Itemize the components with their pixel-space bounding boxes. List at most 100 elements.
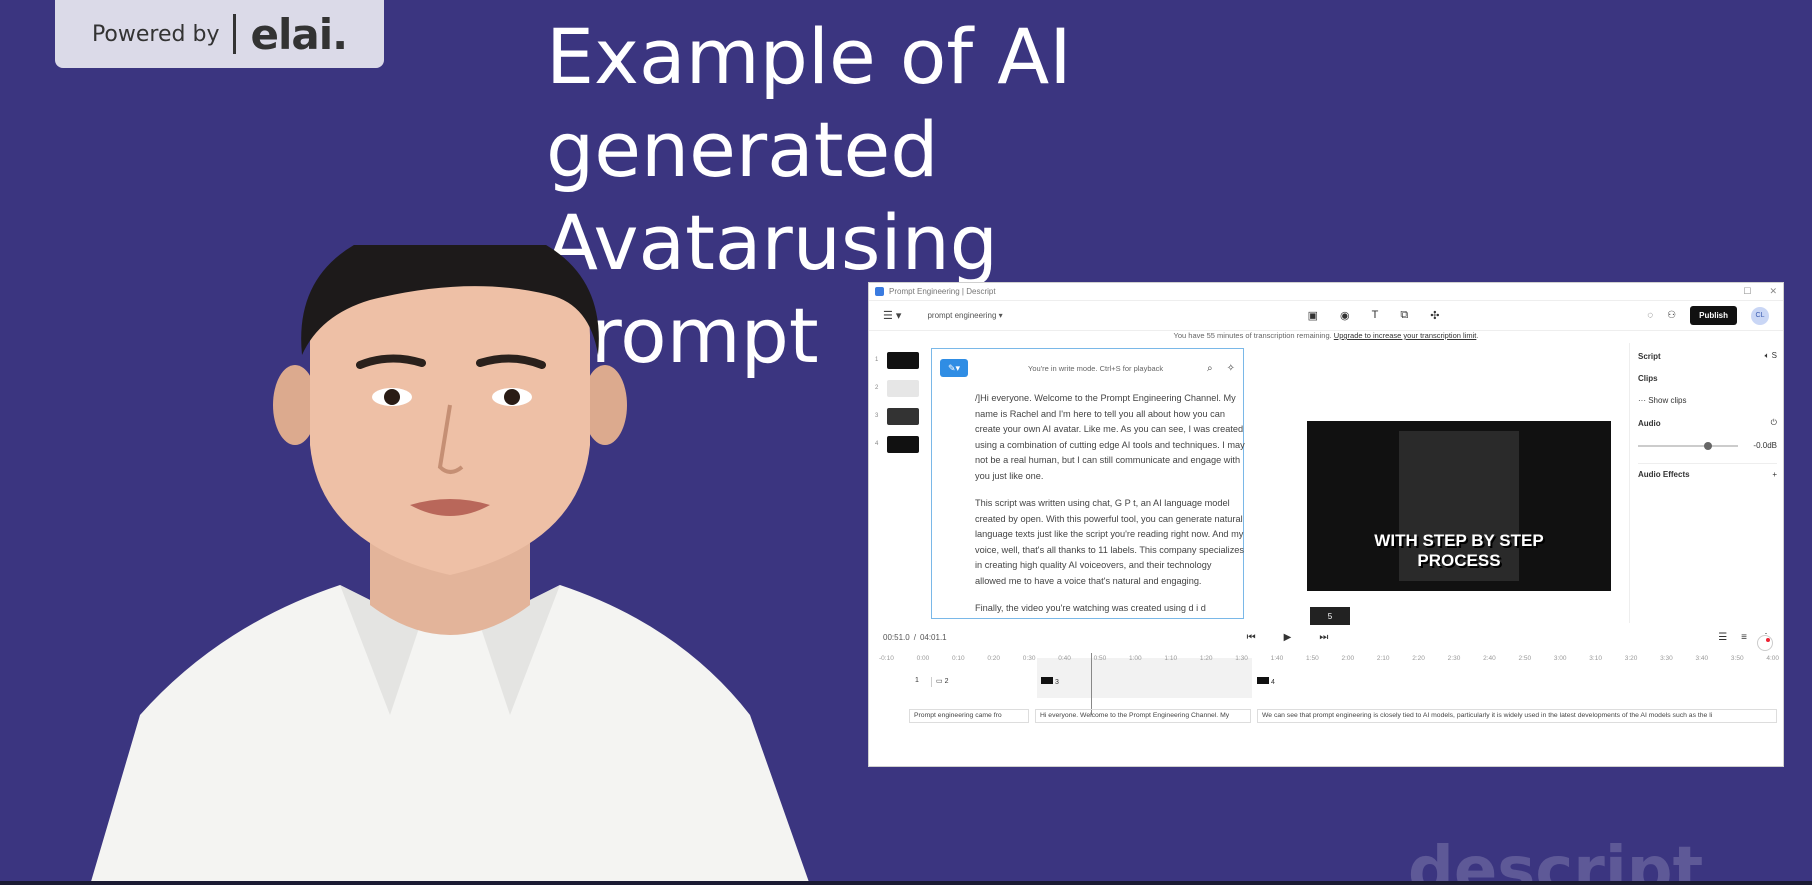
- time-total: 04:01.1: [919, 632, 947, 642]
- scene-item[interactable]: 4: [875, 432, 919, 456]
- ruler-tick: 3:40: [1695, 655, 1709, 662]
- scene-thumbnail: [887, 407, 919, 425]
- audio-effects-row[interactable]: Audio Effects +: [1638, 463, 1777, 479]
- scene-number: 1: [875, 357, 879, 363]
- track-number: 4: [1270, 679, 1275, 686]
- text-icon[interactable]: T: [1372, 309, 1379, 322]
- properties-panel: Script 🔈︎ S Clips ··· Show clips Audio ⏻…: [1629, 343, 1783, 623]
- ruler-tick: 0:50: [1093, 655, 1107, 662]
- publish-button[interactable]: Publish: [1690, 306, 1737, 325]
- caption-line-1: WITH STEP BY STEP: [1374, 531, 1544, 550]
- track-marker[interactable]: 3: [1041, 677, 1059, 687]
- ruler-tick: 3:10: [1589, 655, 1602, 662]
- ai-avatar-presenter: [70, 217, 830, 885]
- add-icon[interactable]: +: [1772, 470, 1777, 479]
- close-icon[interactable]: ✕: [1769, 286, 1777, 297]
- ruler-tick: 1:30: [1235, 655, 1248, 662]
- effects-icon[interactable]: ✣: [1430, 309, 1439, 322]
- ruler-tick: 3:00: [1553, 655, 1567, 662]
- playback-controls: ⏮ ▶ ⏭: [1247, 632, 1329, 643]
- clips-label: Clips: [1638, 374, 1658, 383]
- project-name-dropdown[interactable]: prompt engineering ▾: [927, 311, 1002, 320]
- descript-watermark: descript: [1408, 834, 1704, 885]
- compact-view-icon[interactable]: ≡: [1741, 632, 1747, 643]
- script-label: Script: [1638, 351, 1661, 361]
- ruler-tick: 1:40: [1270, 655, 1284, 662]
- track-marker[interactable]: 1: [915, 677, 919, 687]
- user-avatar[interactable]: CL: [1751, 306, 1769, 325]
- power-icon[interactable]: ⏻: [1771, 418, 1777, 428]
- speaker-icon[interactable]: 🔈︎ S: [1765, 351, 1777, 361]
- script-paragraph: This script was written using chat, G P …: [975, 498, 1245, 586]
- presenter-illustration: [90, 217, 810, 885]
- sparkle-icon[interactable]: ✧: [1227, 363, 1235, 374]
- ruler-tick: 3:30: [1660, 655, 1673, 662]
- ruler-tick: 2:10: [1376, 655, 1390, 662]
- ruler-tick: 2:50: [1518, 655, 1532, 662]
- ruler-tick: 3:20: [1624, 655, 1638, 662]
- scene-thumbnail: [887, 435, 919, 453]
- record-status-icon[interactable]: [1757, 635, 1773, 651]
- upgrade-link[interactable]: Upgrade to increase your transcription l…: [1334, 331, 1477, 340]
- transcript-segment[interactable]: Prompt engineering came fro: [909, 709, 1029, 723]
- scene-item[interactable]: 2: [875, 376, 919, 400]
- volume-row: -0.0dB: [1638, 441, 1777, 450]
- track-number: 2: [944, 678, 949, 685]
- badge-divider: [233, 14, 237, 54]
- shapes-icon[interactable]: ⧉: [1400, 309, 1408, 322]
- share-icon[interactable]: ⚇: [1667, 310, 1676, 321]
- skip-back-icon[interactable]: ⏮: [1247, 632, 1256, 643]
- track-marker[interactable]: 4: [1257, 677, 1275, 687]
- menu-icon[interactable]: ☰ ▾: [883, 309, 901, 322]
- descript-app-icon: [875, 287, 884, 296]
- project-name: prompt engineering: [927, 311, 997, 320]
- playback-bar: 00:51.0 / 04:01.1 ⏮ ▶ ⏭ ☰ ≡ ⋮: [869, 623, 1783, 651]
- ruler-tick: 2:40: [1483, 655, 1496, 662]
- toolbar-right: ◌ ⚇ Publish CL: [1647, 306, 1769, 325]
- show-clips-row[interactable]: ··· Show clips: [1638, 396, 1777, 405]
- transcript-segment[interactable]: Hi everyone. Welcome to the Prompt Engin…: [1035, 709, 1251, 723]
- script-text[interactable]: /]Hi everyone. Welcome to the Prompt Eng…: [975, 391, 1245, 617]
- elai-logo: elai.: [250, 9, 348, 59]
- timeline-ruler[interactable]: -0:10 0:00 0:10 0:20 0:30 0:40 0:50 1:00…: [879, 655, 1779, 662]
- audio-row: Audio ⏻: [1638, 418, 1777, 428]
- write-mode-button[interactable]: ✎▾: [940, 359, 968, 377]
- ruler-tick: 2:00: [1341, 655, 1355, 662]
- track-number: 3: [1054, 679, 1059, 686]
- ruler-tick: 0:30: [1022, 655, 1036, 662]
- transcript-segment[interactable]: We can see that prompt engineering is cl…: [1257, 709, 1777, 723]
- notice-text: You have 55 minutes of transcription rem…: [1173, 331, 1332, 340]
- clips-row: Clips: [1638, 374, 1777, 383]
- time-current: 00:51.0: [883, 632, 910, 642]
- show-clips-link[interactable]: ··· Show clips: [1638, 396, 1686, 405]
- time-separator: /: [913, 632, 916, 642]
- volume-slider[interactable]: [1638, 441, 1738, 450]
- video-preview[interactable]: WITH STEP BY STEP PROCESS: [1307, 421, 1611, 591]
- volume-value: -0.0dB: [1753, 441, 1777, 450]
- playhead[interactable]: [1091, 653, 1092, 715]
- ruler-tick: 4:00: [1766, 655, 1779, 662]
- timeline-view-icon[interactable]: ☰: [1718, 632, 1727, 643]
- search-icon[interactable]: ⌕: [1207, 363, 1213, 374]
- ruler-tick: -0:10: [879, 655, 894, 662]
- window-title: Prompt Engineering | Descript: [889, 287, 996, 296]
- write-mode-hint: You're in write mode. Ctrl+S for playbac…: [1028, 363, 1164, 373]
- play-icon[interactable]: ▶: [1284, 632, 1292, 643]
- skip-forward-icon[interactable]: ⏭: [1319, 632, 1328, 643]
- maximize-icon[interactable]: ☐: [1743, 286, 1751, 297]
- record-icon[interactable]: ◉: [1340, 309, 1350, 322]
- script-editor[interactable]: ✎▾ You're in write mode. Ctrl+S for play…: [931, 348, 1245, 619]
- transcription-notice: You have 55 minutes of transcription rem…: [1173, 331, 1479, 340]
- scene-item[interactable]: 3: [875, 404, 919, 428]
- video-bottom-bar: [0, 881, 1812, 885]
- timeline-tracks[interactable]: 1 ▭ 2 3 4: [869, 671, 1783, 701]
- caption-line-2: PROCESS: [1417, 551, 1501, 570]
- descript-app-window: Prompt Engineering | Descript ☐ ✕ ☰ ▾ pr…: [868, 282, 1784, 767]
- editor-tools: ⌕ ✧: [1207, 363, 1235, 374]
- script-paragraph: /]Hi everyone. Welcome to the Prompt Eng…: [975, 393, 1245, 481]
- track-marker[interactable]: ▭ 2: [931, 677, 948, 687]
- scene-item[interactable]: 1: [875, 348, 919, 372]
- scene-thumbnail: [887, 379, 919, 397]
- comments-icon[interactable]: ◌: [1647, 310, 1653, 321]
- media-icon[interactable]: ▣: [1308, 309, 1318, 322]
